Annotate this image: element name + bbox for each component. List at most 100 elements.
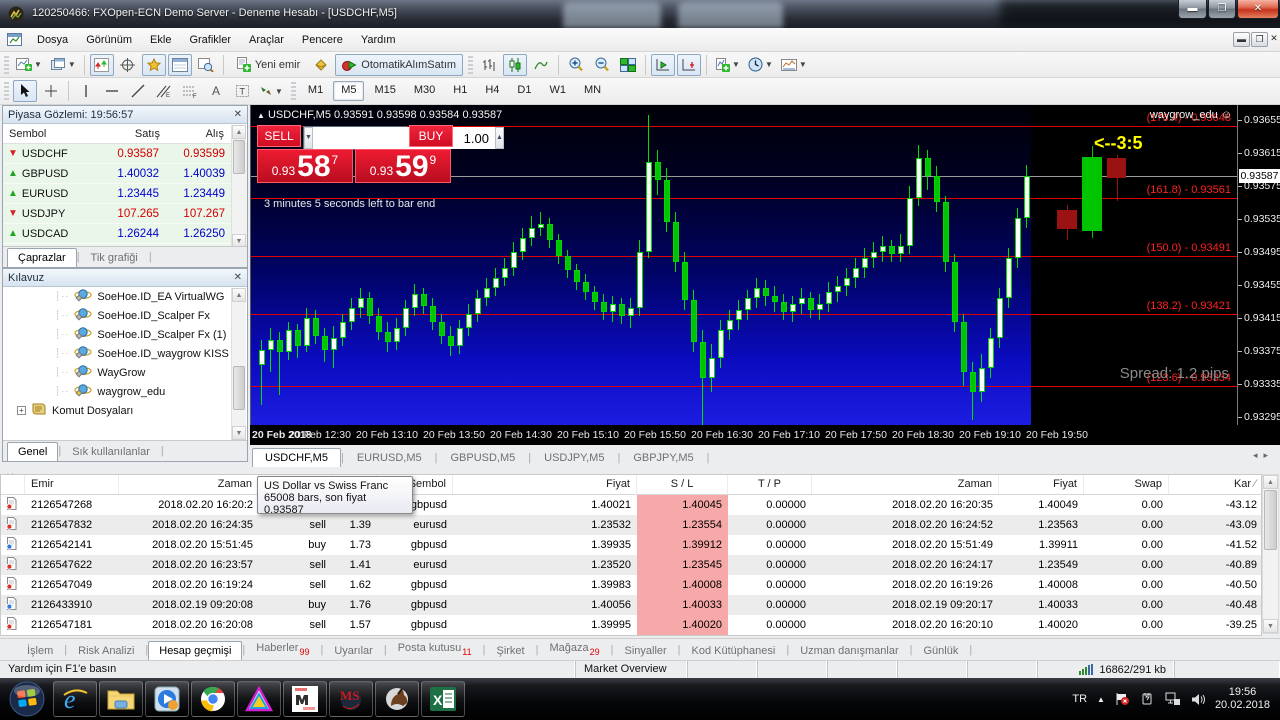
column-header-1[interactable]: Zaman xyxy=(119,475,259,494)
taskbar-app-horse-app[interactable] xyxy=(375,681,419,717)
close-button[interactable]: ✕ xyxy=(1237,0,1279,19)
column-header-7[interactable]: T / P xyxy=(728,475,812,494)
minimize-button[interactable]: ▬ xyxy=(1178,0,1207,19)
taskbar-app-file-explorer[interactable] xyxy=(99,681,143,717)
column-header-5[interactable]: Fiyat xyxy=(453,475,637,494)
chart-shift-button[interactable] xyxy=(677,54,701,76)
history-table-row[interactable]: 21264339102018.02.19 09:20:08buy1.76gbpu… xyxy=(1,595,1261,615)
terminal-toggle[interactable] xyxy=(168,54,192,76)
sell-price-button[interactable]: 0.93 58 7 xyxy=(257,149,353,183)
menu-pencere[interactable]: Pencere xyxy=(293,30,352,50)
tray-clock[interactable]: 19:5620.02.2018 xyxy=(1215,686,1270,712)
arrows-tool[interactable]: ▼ xyxy=(256,80,286,102)
terminal-tab-4[interactable]: Uyarılar xyxy=(323,641,384,660)
terminal-tab-7[interactable]: Mağaza29 xyxy=(538,638,610,660)
zoom-out-button[interactable] xyxy=(590,54,614,76)
network-icon[interactable] xyxy=(1165,692,1181,706)
timeframe-H4[interactable]: H4 xyxy=(477,81,507,101)
market-watch-titlebar[interactable]: Piyasa Gözlemi: 19:56:57 ✕ xyxy=(3,106,247,124)
bar-chart-mode-button[interactable] xyxy=(477,54,501,76)
volume-icon[interactable] xyxy=(1191,693,1205,706)
timeframe-H1[interactable]: H1 xyxy=(445,81,475,101)
taskbar-app-prism-app[interactable] xyxy=(237,681,281,717)
navigator-tab-1[interactable]: Sık kullanılanlar xyxy=(61,442,161,461)
action-center-icon[interactable] xyxy=(1115,692,1130,706)
navigator-titlebar[interactable]: Kılavuz ✕ xyxy=(3,269,247,287)
navigator-item[interactable]: ┊··SoeHoe.ID_waygrow KISS 2. xyxy=(3,344,247,363)
taskbar-app-ms-app[interactable]: MS xyxy=(329,681,373,717)
timeframe-M1[interactable]: M1 xyxy=(300,81,331,101)
taskbar-app-excel[interactable]: X xyxy=(421,681,465,717)
text-tool[interactable]: A xyxy=(204,80,228,102)
zoom-in-button[interactable] xyxy=(564,54,588,76)
navigator-scrollbar[interactable]: ▲ ▼ xyxy=(231,288,246,440)
new-chart-button[interactable]: ▼ xyxy=(13,54,45,76)
child-minimize-button[interactable]: ▬ xyxy=(1233,32,1250,47)
line-chart-mode-button[interactable] xyxy=(529,54,553,76)
indicators-button[interactable]: ▼ xyxy=(712,54,743,76)
timeframe-M15[interactable]: M15 xyxy=(366,81,403,101)
periods-button[interactable]: ▼ xyxy=(745,54,776,76)
menu-görünüm[interactable]: Görünüm xyxy=(77,30,141,50)
chart-plot[interactable]: (176.4) - 0.93648(161.8) - 0.93561(150.0… xyxy=(250,105,1237,425)
terminal-scrollbar[interactable]: ▲ ▼ xyxy=(1262,474,1279,634)
buy-button[interactable]: BUY xyxy=(409,125,453,147)
menu-yardım[interactable]: Yardım xyxy=(352,30,405,50)
strategy-tester-button[interactable] xyxy=(194,54,218,76)
toolbar-grip[interactable] xyxy=(4,56,9,74)
history-table-row[interactable]: 21265476222018.02.20 16:23:57sell1.41eur… xyxy=(1,555,1261,575)
market-watch-row[interactable]: ▲GBPUSD1.400321.40039 xyxy=(3,164,247,184)
timeframe-W1[interactable]: W1 xyxy=(541,81,574,101)
timeframe-M5[interactable]: M5 xyxy=(333,81,364,101)
toolbar-grip[interactable] xyxy=(291,82,296,100)
history-table-row[interactable]: 21265421412018.02.20 15:51:45buy1.73gbpu… xyxy=(1,535,1261,555)
data-window-button[interactable] xyxy=(116,54,140,76)
navigator-item[interactable]: ┊··waygrow_edu xyxy=(3,382,247,401)
menu-grafikler[interactable]: Grafikler xyxy=(180,30,240,50)
horizontal-line-tool[interactable] xyxy=(100,80,124,102)
market-watch-row[interactable]: ▼USDCHF0.935870.93599 xyxy=(3,144,247,164)
channel-tool[interactable]: E xyxy=(152,80,176,102)
taskbar-app-media-player[interactable] xyxy=(145,681,189,717)
candlestick-mode-button[interactable] xyxy=(503,54,527,76)
timeframe-M30[interactable]: M30 xyxy=(406,81,443,101)
chart-tab-usdjpym5[interactable]: USDJPY,M5 xyxy=(531,448,617,467)
metaeditor-button[interactable] xyxy=(309,54,333,76)
language-indicator[interactable]: TR xyxy=(1072,693,1087,705)
timeframe-MN[interactable]: MN xyxy=(576,81,609,101)
tab-scroll-arrows[interactable]: ◂▸ xyxy=(1253,450,1274,461)
terminal-tab-3[interactable]: Haberler99 xyxy=(245,638,320,660)
navigator-folder-scripts[interactable]: +Komut Dosyaları xyxy=(3,401,247,420)
toolbar-grip[interactable] xyxy=(4,82,9,100)
start-button[interactable] xyxy=(8,680,46,718)
market-watch-row[interactable]: ▲USDCAD1.262441.26250 xyxy=(3,224,247,244)
history-table-row[interactable]: 21265478322018.02.20 16:24:35sell1.39eur… xyxy=(1,515,1261,535)
navigator-item[interactable]: ┊··SoeHoe.ID_EA VirtualWG xyxy=(3,287,247,306)
terminal-tab-11[interactable]: Günlük xyxy=(912,641,969,660)
price-axis[interactable]: 0.936550.936150.935750.935350.934950.934… xyxy=(1237,105,1280,425)
navigator-item[interactable]: ┊··SoeHoe.ID_Scalper Fx (1) xyxy=(3,325,247,344)
menu-ekle[interactable]: Ekle xyxy=(141,30,180,50)
chart-tab-gbpusdm5[interactable]: GBPUSD,M5 xyxy=(437,448,528,467)
column-header-10[interactable]: Swap xyxy=(1084,475,1169,494)
column-header-8[interactable]: Zaman xyxy=(812,475,999,494)
terminal-tab-1[interactable]: Risk Analizi xyxy=(67,641,145,660)
history-table-row[interactable]: 21265470492018.02.20 16:19:24sell1.62gbp… xyxy=(1,575,1261,595)
time-axis[interactable]: 20 Feb 201820 Feb 12:3020 Feb 13:1020 Fe… xyxy=(250,425,1280,445)
market-watch-row[interactable]: ▲EURUSD1.234451.23449 xyxy=(3,184,247,204)
connection-status[interactable]: 16862/291 kb xyxy=(1038,661,1175,678)
tile-windows-button[interactable] xyxy=(616,54,640,76)
market-watch-row[interactable]: ▼USDJPY107.265107.267 xyxy=(3,204,247,224)
volume-input[interactable] xyxy=(313,127,495,149)
cursor-tool-button[interactable] xyxy=(13,80,37,102)
navigator-toggle[interactable] xyxy=(142,54,166,76)
market-watch-close-icon[interactable]: ✕ xyxy=(234,109,242,120)
navigator-tab-0[interactable]: Genel xyxy=(7,442,58,461)
volume-decrease-button[interactable]: ▼ xyxy=(304,127,313,149)
status-profile[interactable]: Market Overview xyxy=(576,661,688,678)
terminal-tab-8[interactable]: Sinyaller xyxy=(613,641,677,660)
trendline-tool[interactable] xyxy=(126,80,150,102)
terminal-tab-9[interactable]: Kod Kütüphanesi xyxy=(681,641,787,660)
vertical-line-tool[interactable] xyxy=(74,80,98,102)
autotrading-button[interactable]: OtomatikAlımSatım xyxy=(335,54,463,76)
